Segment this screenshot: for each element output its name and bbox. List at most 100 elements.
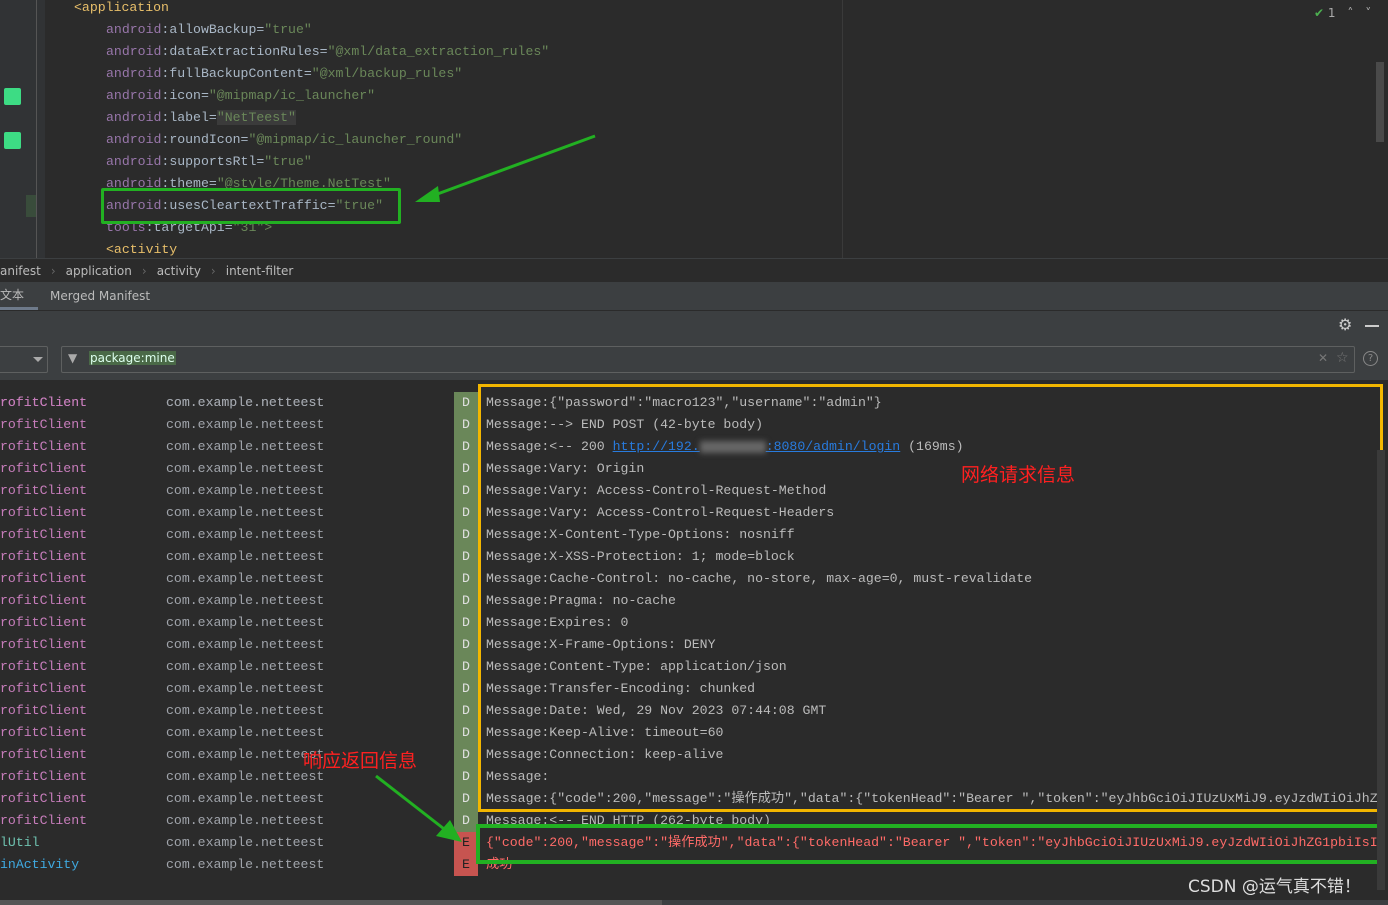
- log-package: com.example.netteest: [166, 703, 325, 718]
- chevron-down-icon: [33, 357, 43, 362]
- log-tag: rofitClient: [0, 417, 88, 432]
- log-tag: rofitClient: [0, 549, 88, 564]
- log-level: E: [454, 854, 478, 876]
- log-package: com.example.netteest: [166, 527, 325, 542]
- log-level: D: [454, 480, 478, 502]
- horizontal-scrollbar[interactable]: [0, 900, 1388, 905]
- log-tag: rofitClient: [0, 747, 88, 762]
- log-level: D: [454, 678, 478, 700]
- code-line: android:dataExtractionRules="@xml/data_e…: [106, 44, 550, 59]
- breadcrumb-item[interactable]: application: [66, 264, 132, 278]
- logcat-output[interactable]: rofitClient com.example.netteest D rofitC…: [0, 380, 1388, 900]
- log-level: D: [454, 436, 478, 458]
- breadcrumb-item[interactable]: intent-filter: [226, 264, 294, 278]
- log-package: com.example.netteest: [166, 769, 325, 784]
- log-package: com.example.netteest: [166, 483, 325, 498]
- log-level: D: [454, 458, 478, 480]
- log-level: D: [454, 612, 478, 634]
- log-tag: rofitClient: [0, 703, 88, 718]
- log-level: D: [454, 722, 478, 744]
- log-package: com.example.netteest: [166, 417, 325, 432]
- log-level: D: [454, 634, 478, 656]
- editor-scrollbar[interactable]: [1376, 62, 1384, 142]
- gear-icon[interactable]: ⚙: [1338, 315, 1352, 334]
- breadcrumb-item[interactable]: activity: [157, 264, 201, 278]
- check-icon: ✔: [1314, 6, 1325, 20]
- android-icon: [4, 132, 21, 149]
- log-package: com.example.netteest: [166, 439, 325, 454]
- filter-row: ▼ package:mine ✕ ☆ ?: [0, 340, 1388, 380]
- arrow-annotation: [375, 774, 462, 842]
- log-tag: rofitClient: [0, 483, 88, 498]
- chevron-up-icon[interactable]: ˄: [1347, 6, 1353, 20]
- breadcrumb-item[interactable]: anifest: [0, 264, 41, 278]
- watermark: CSDN @运气真不错！: [1188, 877, 1361, 897]
- log-level: D: [454, 546, 478, 568]
- log-tag: rofitClient: [0, 571, 88, 586]
- minimize-icon[interactable]: [1365, 325, 1379, 327]
- log-tag: rofitClient: [0, 505, 88, 520]
- log-package: com.example.netteest: [166, 813, 325, 828]
- log-level: D: [454, 700, 478, 722]
- log-package: com.example.netteest: [166, 593, 325, 608]
- log-tag: rofitClient: [0, 637, 88, 652]
- log-scrollbar[interactable]: [1377, 450, 1385, 890]
- log-level: D: [454, 524, 478, 546]
- editor-tabs: 文本 Merged Manifest: [0, 282, 1388, 310]
- device-dropdown[interactable]: [0, 346, 48, 373]
- tab-merged-manifest[interactable]: Merged Manifest: [38, 282, 162, 310]
- log-package: com.example.netteest: [166, 461, 325, 476]
- code-line: android:icon="@mipmap/ic_launcher": [106, 88, 376, 103]
- code-line: android:allowBackup="true": [106, 22, 312, 37]
- log-tag: rofitClient: [0, 461, 88, 476]
- log-package: com.example.netteest: [166, 571, 325, 586]
- log-package: com.example.netteest: [166, 725, 325, 740]
- log-level: D: [454, 414, 478, 436]
- code-line: android:supportsRtl="true": [106, 154, 312, 169]
- log-level: D: [454, 590, 478, 612]
- log-package: com.example.netteest: [166, 747, 325, 762]
- star-icon[interactable]: ☆: [1336, 350, 1349, 366]
- filter-input[interactable]: ▼ package:mine ✕ ☆: [61, 346, 1355, 373]
- log-package: com.example.netteest: [166, 835, 325, 850]
- fold-line: [36, 0, 37, 258]
- log-level: D: [454, 744, 478, 766]
- log-level: D: [454, 392, 478, 414]
- code-editor[interactable]: <application android:allowBackup="true" an…: [0, 0, 1388, 258]
- log-package: com.example.netteest: [166, 857, 325, 872]
- log-tag: rofitClient: [0, 681, 88, 696]
- android-icon: [4, 88, 21, 105]
- arrow-annotation: [415, 134, 596, 202]
- breadcrumb: anifest › application › activity › intent-f…: [0, 258, 1388, 282]
- code-line: android:fullBackupContent="@xml/backup_r…: [106, 66, 463, 81]
- log-tag: rofitClient: [0, 439, 88, 454]
- annotation-response: 响应返回信息: [303, 750, 418, 772]
- right-margin: [842, 0, 843, 258]
- log-tag: rofitClient: [0, 659, 88, 674]
- log-tag: rofitClient: [0, 527, 88, 542]
- inspection-widget[interactable]: ✔ 1 ˄ ˅: [1314, 6, 1371, 20]
- tab-text[interactable]: 文本: [0, 282, 38, 310]
- editor-gutter: [0, 0, 45, 258]
- highlight-box-cleartext: [101, 188, 401, 224]
- log-package: com.example.netteest: [166, 549, 325, 564]
- change-marker: [26, 195, 36, 217]
- log-tag: lUtil: [0, 835, 40, 850]
- log-tag: rofitClient: [0, 395, 88, 410]
- log-package: com.example.netteest: [166, 791, 325, 806]
- log-tag: rofitClient: [0, 813, 88, 828]
- code-line: android:label="NetTeest": [106, 110, 296, 125]
- log-package: com.example.netteest: [166, 637, 325, 652]
- annotation-request: 网络请求信息: [961, 464, 1076, 486]
- log-package: com.example.netteest: [166, 615, 325, 630]
- highlight-box-response: [476, 824, 1383, 864]
- help-icon[interactable]: ?: [1363, 351, 1378, 366]
- log-tag: rofitClient: [0, 593, 88, 608]
- chevron-down-icon[interactable]: ˅: [1365, 6, 1371, 20]
- clear-icon[interactable]: ✕: [1318, 351, 1328, 365]
- log-level: D: [454, 568, 478, 590]
- filter-icon: ▼: [68, 351, 78, 365]
- log-tag: rofitClient: [0, 615, 88, 630]
- log-level: D: [454, 502, 478, 524]
- log-tag: rofitClient: [0, 791, 88, 806]
